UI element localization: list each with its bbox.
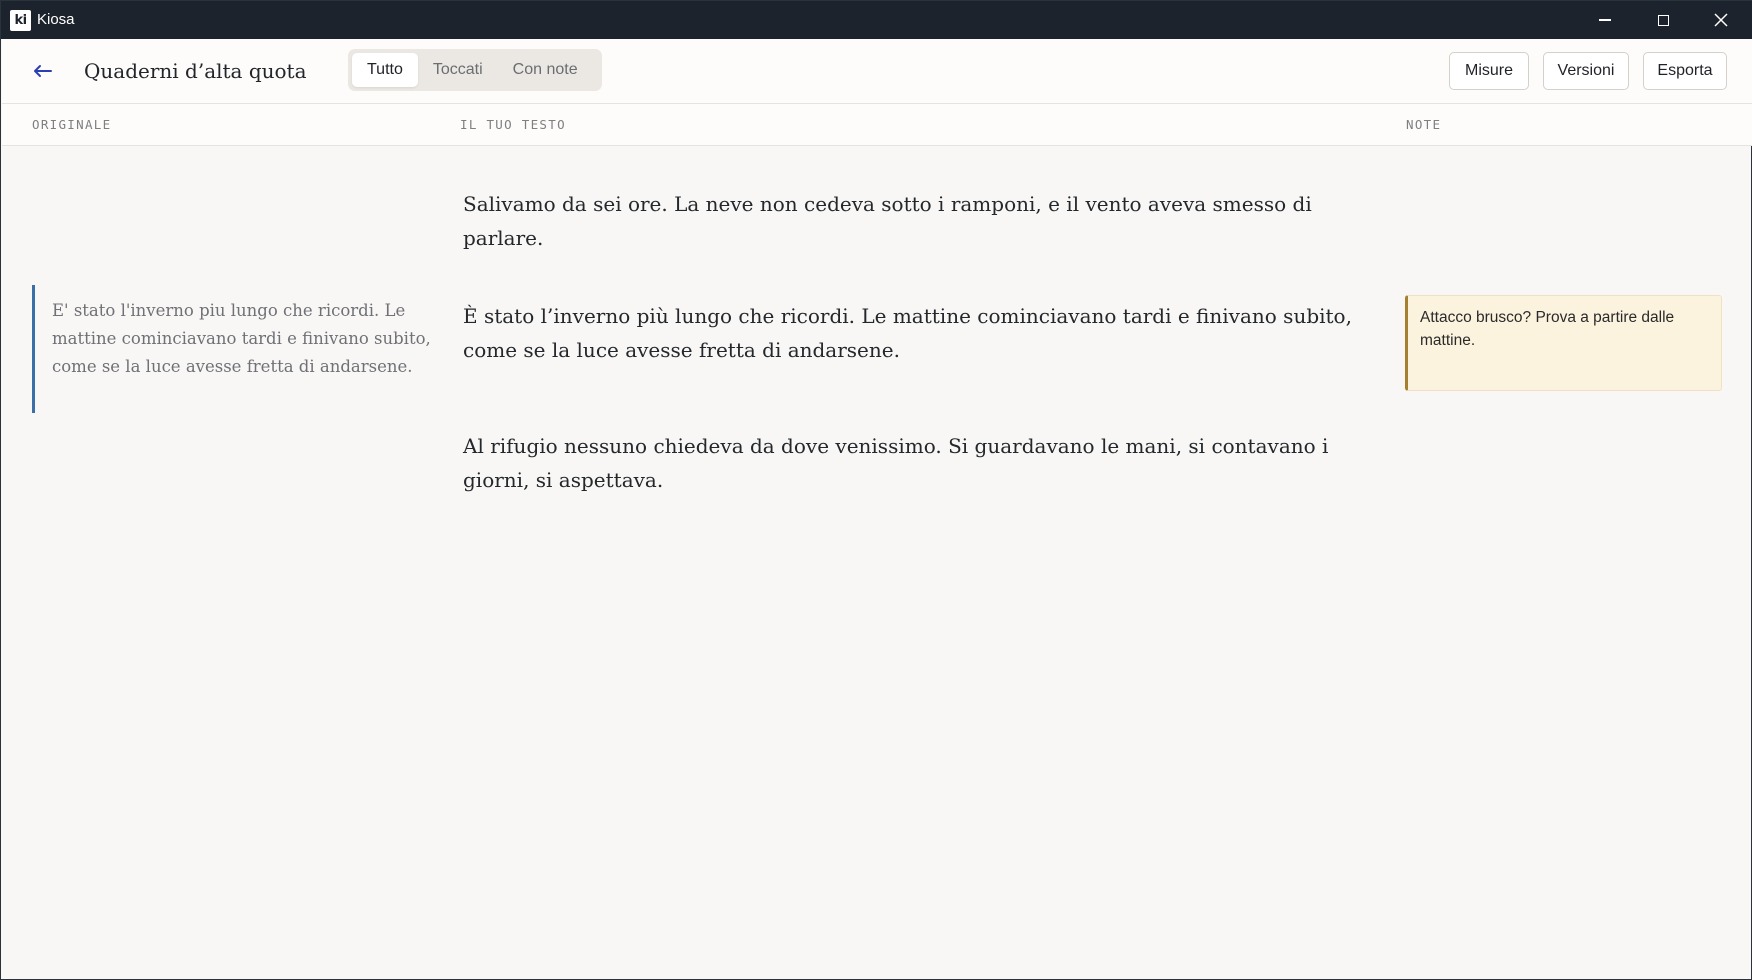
column-headers: ORIGINALE IL TUO TESTO NOTE bbox=[2, 104, 1752, 146]
measures-button[interactable]: Misure bbox=[1449, 52, 1529, 90]
paragraph-text[interactable]: È stato l’inverno più lungo che ricordi.… bbox=[463, 299, 1353, 367]
maximize-button[interactable] bbox=[1634, 1, 1692, 39]
toolbar: Quaderni d’alta quota Tutto Toccati Con … bbox=[2, 39, 1752, 104]
minimize-button[interactable] bbox=[1576, 1, 1634, 39]
close-icon bbox=[1714, 13, 1728, 27]
arrow-left-icon bbox=[34, 65, 52, 77]
close-button[interactable] bbox=[1692, 1, 1750, 39]
versions-button[interactable]: Versioni bbox=[1543, 52, 1629, 90]
paragraph-text[interactable]: Salivamo da sei ore. La neve non cedeva … bbox=[463, 187, 1353, 255]
column-header-your-text: IL TUO TESTO bbox=[460, 117, 566, 132]
app-title: Kiosa bbox=[37, 11, 75, 28]
title-bar: ki Kiosa bbox=[1, 1, 1752, 39]
original-text: E' stato l'inverno piu lungo che ricordi… bbox=[52, 301, 431, 376]
export-button[interactable]: Esporta bbox=[1643, 52, 1727, 90]
filter-with-notes[interactable]: Con note bbox=[498, 53, 593, 87]
filter-segmented-control: Tutto Toccati Con note bbox=[348, 49, 602, 91]
app-window: ki Kiosa Quaderni d’alta quota Tutto Toc… bbox=[0, 0, 1752, 980]
minimize-icon bbox=[1599, 19, 1611, 21]
filter-touched[interactable]: Toccati bbox=[418, 53, 498, 87]
document-title: Quaderni d’alta quota bbox=[84, 59, 307, 83]
note-card[interactable]: Attacco brusco? Prova a partire dalle ma… bbox=[1405, 295, 1722, 391]
app-logo: ki bbox=[10, 10, 31, 31]
paragraph-text[interactable]: Al rifugio nessuno chiedeva da dove veni… bbox=[463, 429, 1353, 497]
filter-all[interactable]: Tutto bbox=[352, 53, 418, 87]
back-button[interactable] bbox=[24, 57, 62, 85]
column-header-original: ORIGINALE bbox=[32, 117, 112, 132]
note-text: Attacco brusco? Prova a partire dalle ma… bbox=[1420, 309, 1675, 349]
original-paragraph: E' stato l'inverno piu lungo che ricordi… bbox=[32, 285, 432, 413]
column-header-notes: NOTE bbox=[1406, 117, 1442, 132]
maximize-icon bbox=[1657, 14, 1669, 26]
